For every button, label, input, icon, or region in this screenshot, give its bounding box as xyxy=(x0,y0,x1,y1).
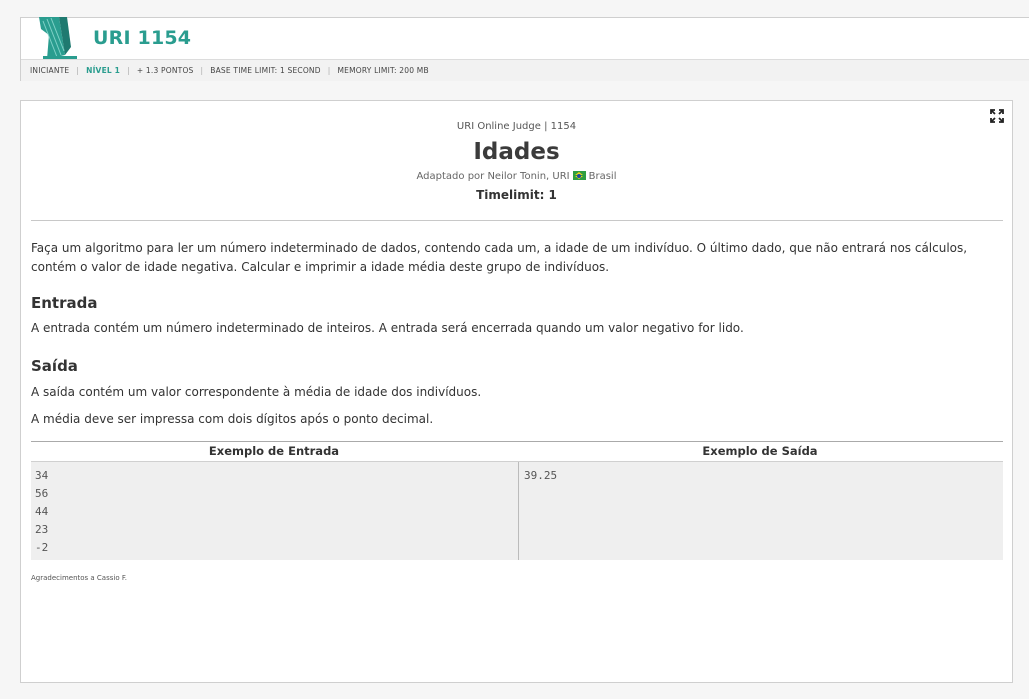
example-input-cell[interactable]: 34 56 44 23 -2 xyxy=(31,462,518,560)
example-output-header: Exemplo de Saída xyxy=(702,444,818,458)
example-input-line: 56 xyxy=(35,487,49,500)
separator: | xyxy=(76,66,80,75)
input-description: A entrada contém um número indeterminado… xyxy=(31,321,744,335)
problem-description: Faça um algoritmo para ler um número ind… xyxy=(31,241,968,274)
input-heading: Entrada xyxy=(31,294,98,312)
problem-card: URI Online Judge | 1154 Idades Adaptado … xyxy=(20,100,1013,683)
judge-line: URI Online Judge | 1154 xyxy=(456,121,577,132)
example-input-line: -2 xyxy=(35,541,49,554)
examples-body-row: 34 56 44 23 -2 39.25 xyxy=(31,461,1003,560)
example-input-line: 34 xyxy=(35,469,49,482)
output-format-note: A média deve ser impressa com dois dígit… xyxy=(31,412,434,426)
timelimit: Timelimit: 1 xyxy=(476,188,557,202)
time-limit-label: BASE TIME LIMIT: 1 SECOND xyxy=(210,66,321,75)
level-label: NÍVEL 1 xyxy=(86,66,121,75)
example-input-header: Exemplo de Entrada xyxy=(208,444,340,458)
example-input-line: 23 xyxy=(35,523,49,536)
separator: | xyxy=(327,66,331,75)
output-description: A saída contém um valor correspondente à… xyxy=(31,385,482,399)
example-input-line: 44 xyxy=(35,505,49,518)
separator: | xyxy=(127,66,130,75)
example-output-line: 39.25 xyxy=(524,469,558,482)
examples-table: Exemplo de Entrada Exemplo de Saída 34 5… xyxy=(31,441,1003,560)
points-label: + 1.3 PONTOS xyxy=(136,66,194,75)
acknowledgement: Agradecimentos a Cassio F. xyxy=(31,574,127,582)
memory-limit-label: MEMORY LIMIT: 200 MB xyxy=(337,66,429,75)
example-output-cell[interactable]: 39.25 xyxy=(518,462,1003,560)
problem-header: URI 1154 INICIANTE | NÍVEL 1 | + 1.3 PON… xyxy=(20,17,1029,81)
category-logo-icon xyxy=(39,17,77,59)
author-text: Adaptado por Neilor Tonin, URI xyxy=(416,171,570,182)
examples-header-row: Exemplo de Entrada Exemplo de Saída xyxy=(31,442,1003,461)
author-line: Adaptado por Neilor Tonin, URI Brasil xyxy=(21,171,1012,182)
divider xyxy=(31,220,1003,221)
problem-meta-bar: INICIANTE | NÍVEL 1 | + 1.3 PONTOS | BAS… xyxy=(21,59,1029,81)
separator: | xyxy=(200,66,204,75)
country-name: Brasil xyxy=(588,171,617,182)
output-heading: Saída xyxy=(31,357,78,375)
category-label[interactable]: INICIANTE xyxy=(30,66,69,75)
brazil-flag-icon xyxy=(572,171,586,180)
problem-title: Idades xyxy=(473,139,560,165)
problem-code: URI 1154 xyxy=(93,27,192,49)
